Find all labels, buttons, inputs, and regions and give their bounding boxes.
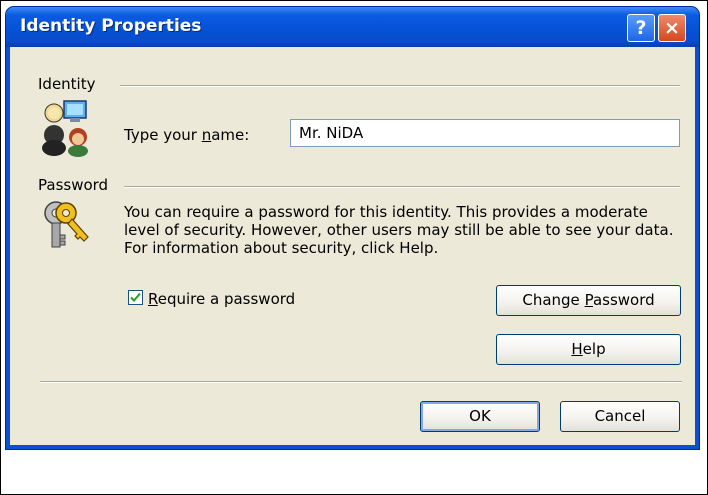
name-label-pre: Type your [124, 126, 202, 144]
name-label-accel: n [201, 126, 212, 144]
password-divider [124, 186, 680, 188]
screen-frame: Identity Properties ? × Identity Type yo… [0, 0, 708, 495]
help-button[interactable]: Help [496, 334, 681, 365]
checkmark-icon [130, 292, 141, 302]
password-section-label: Password [38, 176, 109, 194]
help-title-button[interactable]: ? [627, 14, 655, 42]
change-password-button[interactable]: Change Password [496, 285, 681, 316]
require-password-label[interactable]: Require a password [148, 290, 295, 308]
password-description: You can require a password for this iden… [124, 203, 674, 257]
close-button[interactable]: × [658, 14, 686, 42]
help-button-label: elp [582, 340, 606, 358]
change-password-accel: P [584, 291, 593, 309]
require-password-label-text: equire a password [157, 290, 296, 308]
close-icon: × [664, 17, 680, 39]
cancel-button[interactable]: Cancel [560, 401, 680, 432]
ok-button[interactable]: OK [420, 401, 540, 432]
require-password-checkbox[interactable] [128, 290, 143, 305]
require-password-accel: R [148, 290, 158, 308]
identity-properties-dialog: Identity Properties ? × Identity Type yo… [6, 7, 699, 449]
question-icon: ? [635, 17, 647, 39]
users-icon [42, 100, 88, 157]
identity-section-label: Identity [38, 75, 96, 93]
keys-icon [44, 201, 89, 248]
window-title: Identity Properties [20, 16, 202, 36]
help-accel: H [571, 340, 583, 358]
title-bar[interactable]: Identity Properties ? × [6, 7, 699, 47]
dialog-body: Identity Type your name: Mr. NiDA Passwo… [10, 47, 695, 445]
footer-separator [40, 381, 682, 383]
name-input[interactable]: Mr. NiDA [290, 119, 680, 147]
name-label: Type your name: [124, 126, 249, 144]
change-password-post: assword [592, 291, 655, 309]
change-password-pre: Change [522, 291, 585, 309]
name-label-post: ame: [211, 126, 250, 144]
identity-divider [120, 85, 680, 87]
